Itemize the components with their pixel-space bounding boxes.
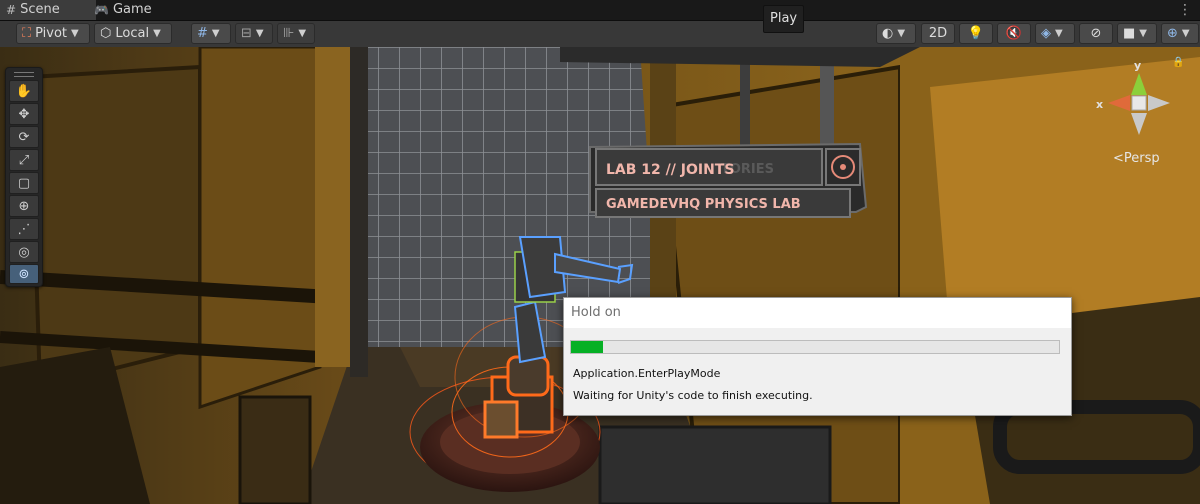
chevron-down-icon: ▼ bbox=[71, 28, 79, 39]
lab-sign: TORIES LAB 12 // JOINTS GAMEDEVHQ PHYSIC… bbox=[589, 142, 868, 218]
rect-icon: ▢ bbox=[17, 176, 31, 191]
sign-line-2: GAMEDEVHQ PHYSICS LAB bbox=[606, 197, 801, 212]
camera-dropdown[interactable]: ■ ▼ bbox=[1117, 23, 1157, 44]
gizmo-x-label: x bbox=[1096, 98, 1103, 111]
sign-line-1: LAB 12 // JOINTS bbox=[606, 162, 734, 178]
rotate-icon: ⟳ bbox=[18, 130, 30, 145]
local-dropdown[interactable]: ⬡ Local ▼ bbox=[94, 23, 172, 44]
eye-slash-icon: ⊘ bbox=[1090, 26, 1102, 41]
gizmo-y-label: y bbox=[1134, 59, 1141, 72]
transform-icon: ⊕ bbox=[18, 199, 30, 214]
globe-icon: ⊕ bbox=[1167, 26, 1178, 41]
dialog-status-text: Waiting for Unity's code to finish execu… bbox=[573, 389, 813, 402]
camera-icon: ■ bbox=[1123, 26, 1136, 41]
projection-toggle[interactable]: <Persp bbox=[1113, 151, 1160, 166]
custom-tool-3-button[interactable]: ⊚ bbox=[9, 264, 39, 284]
chevron-down-icon: ▼ bbox=[1139, 28, 1147, 39]
ruler-icon: ⊪ bbox=[283, 26, 295, 41]
axis-gizmo-icon: y x 🔒 bbox=[1096, 56, 1184, 135]
increment-snap-button[interactable]: ⊟ ▼ bbox=[235, 23, 273, 44]
chevron-down-icon: ▼ bbox=[1181, 28, 1190, 39]
draw-mode-dropdown[interactable]: ◐ ▼ bbox=[876, 23, 916, 44]
chevron-down-icon: ▼ bbox=[255, 28, 264, 39]
rotate-tool-button[interactable]: ⟳ bbox=[9, 126, 39, 148]
scale-tool-button[interactable]: ⤢ bbox=[9, 149, 39, 171]
gizmos-dropdown[interactable]: ⊕ ▼ bbox=[1161, 23, 1199, 44]
chevron-down-icon: ▼ bbox=[298, 28, 307, 39]
cube-icon: ⬡ bbox=[100, 26, 112, 41]
transform-tool-button[interactable]: ⊕ bbox=[9, 195, 39, 217]
2d-label: 2D bbox=[928, 26, 948, 41]
panel-grip[interactable] bbox=[14, 72, 34, 77]
snap-magnet-icon: ⊟ bbox=[241, 26, 252, 41]
lock-icon[interactable]: 🔒 bbox=[1172, 56, 1184, 68]
custom-tool-2-icon: ◎ bbox=[18, 245, 30, 260]
gamepad-icon: 🎮 bbox=[94, 3, 109, 17]
rect-tool-button[interactable]: ▢ bbox=[9, 172, 39, 194]
pivot-dropdown[interactable]: ⛶ Pivot ▼ bbox=[16, 23, 90, 44]
custom-tool-icon: ⋰ bbox=[17, 222, 31, 237]
tab-scene[interactable]: # Scene bbox=[0, 0, 96, 20]
pivot-icon: ⛶ bbox=[22, 26, 32, 41]
audio-mute-icon: 🔇 bbox=[1005, 26, 1023, 41]
custom-tool-button[interactable]: ⋰ bbox=[9, 218, 39, 240]
dialog-operation-text: Application.EnterPlayMode bbox=[573, 367, 721, 380]
chevron-down-icon: ▼ bbox=[211, 28, 220, 39]
progress-bar bbox=[570, 340, 1060, 354]
tab-bar: # Scene 🎮 Game ⋮ bbox=[0, 0, 1200, 21]
grid-snap-button[interactable]: # ▼ bbox=[191, 23, 231, 44]
scene-visibility-button[interactable]: ⊘ bbox=[1079, 23, 1113, 44]
shading-sphere-icon: ◐ bbox=[882, 26, 894, 41]
pivot-label: Pivot bbox=[35, 26, 68, 41]
ruler-button[interactable]: ⊪ ▼ bbox=[277, 23, 315, 44]
local-label: Local bbox=[115, 26, 150, 41]
2d-toggle-button[interactable]: 2D bbox=[921, 23, 955, 44]
move-icon: ✥ bbox=[18, 107, 30, 122]
tab-scene-label: Scene bbox=[20, 2, 60, 17]
scene-viewport[interactable]: TORIES LAB 12 // JOINTS GAMEDEVHQ PHYSIC… bbox=[0, 47, 1200, 504]
tab-game-label: Game bbox=[112, 2, 152, 17]
progress-fill bbox=[571, 341, 603, 353]
dialog-title: Hold on bbox=[564, 298, 1071, 328]
hand-tool-button[interactable]: ✋ bbox=[9, 80, 39, 102]
chevron-down-icon: ▼ bbox=[1055, 28, 1063, 39]
tool-panel: ✋ ✥ ⟳ ⤢ ▢ ⊕ ⋰ ◎ ⊚ bbox=[5, 67, 43, 287]
hold-on-dialog: Hold on Application.EnterPlayMode Waitin… bbox=[563, 297, 1072, 416]
effects-dropdown[interactable]: ◈ ▼ bbox=[1035, 23, 1075, 44]
lighting-toggle-button[interactable]: 💡 bbox=[959, 23, 993, 44]
custom-tool-3-icon: ⊚ bbox=[18, 267, 30, 282]
scene-toolbar: ⛶ Pivot ▼ ⬡ Local ▼ # ▼ ⊟ ▼ ⊪ ▼ ◐ ▼ 2D 💡… bbox=[0, 21, 1200, 48]
custom-tool-2-button[interactable]: ◎ bbox=[9, 241, 39, 263]
lightbulb-icon: 💡 bbox=[967, 26, 985, 41]
grid-icon: # bbox=[6, 3, 17, 17]
play-tooltip: Play bbox=[763, 5, 805, 33]
more-options-icon[interactable]: ⋮ bbox=[1178, 2, 1192, 18]
scale-icon: ⤢ bbox=[18, 153, 30, 168]
hand-icon: ✋ bbox=[15, 84, 33, 99]
chevron-down-icon: ▼ bbox=[153, 28, 161, 39]
tab-game[interactable]: 🎮 Game bbox=[88, 0, 170, 20]
audio-toggle-button[interactable]: 🔇 bbox=[997, 23, 1031, 44]
chevron-down-icon: ▼ bbox=[897, 28, 906, 39]
scene-render: TORIES LAB 12 // JOINTS GAMEDEVHQ PHYSIC… bbox=[0, 47, 1200, 504]
grid-snap-icon: # bbox=[197, 26, 208, 41]
move-tool-button[interactable]: ✥ bbox=[9, 103, 39, 125]
layers-icon: ◈ bbox=[1041, 26, 1051, 41]
